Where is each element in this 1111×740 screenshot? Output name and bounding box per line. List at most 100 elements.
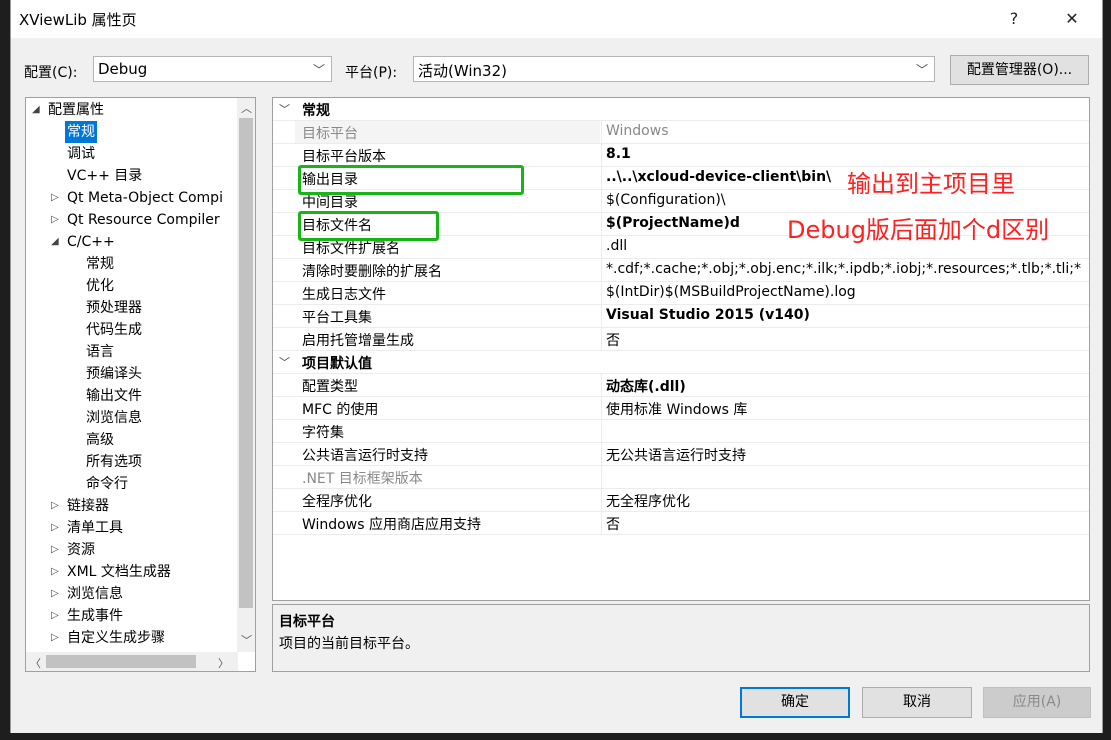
property-value[interactable]: *.cdf;*.cache;*.obj;*.obj.enc;*.ilk;*.ip… bbox=[606, 261, 1081, 277]
property-value[interactable]: ..\..\xcloud-device-client\bin\ bbox=[606, 169, 831, 185]
cancel-button[interactable]: 取消 bbox=[862, 687, 972, 718]
expand-arrow-icon[interactable]: ▷ bbox=[51, 495, 63, 517]
property-value[interactable]: $(IntDir)$(MSBuildProjectName).log bbox=[606, 284, 856, 300]
expand-arrow-icon[interactable]: ▷ bbox=[51, 539, 63, 561]
platform-value: 活动(Win32) bbox=[418, 62, 507, 80]
scroll-right-icon[interactable]: 〉 bbox=[218, 655, 229, 671]
grid-row[interactable]: 生成日志文件 $(IntDir)$(MSBuildProjectName).log bbox=[273, 282, 1089, 305]
tree-item-label: 高级 bbox=[86, 432, 114, 448]
platform-dropdown[interactable]: 活动(Win32) ﹀ bbox=[413, 56, 935, 82]
column-divider bbox=[601, 443, 602, 465]
chevron-down-icon: ﹀ bbox=[915, 63, 928, 77]
chevron-down-icon: ﹀ bbox=[312, 63, 325, 77]
scroll-down-icon[interactable]: ﹀ bbox=[241, 632, 252, 648]
grid-row[interactable]: 全程序优化 无全程序优化 bbox=[273, 489, 1089, 512]
property-value[interactable]: 无全程序优化 bbox=[606, 491, 690, 511]
column-divider bbox=[601, 121, 602, 143]
close-button[interactable]: ✕ bbox=[1049, 0, 1095, 38]
scroll-up-icon[interactable]: ︿ bbox=[241, 100, 252, 116]
property-name: 清除时要删除的扩展名 bbox=[302, 264, 442, 280]
property-value[interactable]: 使用标准 Windows 库 bbox=[606, 399, 747, 419]
grid-row[interactable]: 公共语言运行时支持 无公共语言运行时支持 bbox=[273, 443, 1089, 466]
property-value[interactable]: 动态库(.dll) bbox=[606, 376, 686, 396]
column-divider bbox=[601, 397, 602, 419]
expand-arrow-icon[interactable]: ▷ bbox=[51, 561, 63, 583]
config-dropdown[interactable]: Debug ﹀ bbox=[93, 56, 332, 82]
collapse-arrow-icon[interactable]: ◢ bbox=[32, 99, 44, 121]
platform-label: 平台(P): bbox=[345, 65, 398, 81]
property-name: 字符集 bbox=[302, 425, 344, 441]
expand-arrow-icon[interactable]: ▷ bbox=[51, 517, 63, 539]
property-value[interactable]: $(ProjectName)d bbox=[606, 215, 740, 231]
grid-row[interactable]: Windows 应用商店应用支持 否 bbox=[273, 512, 1089, 535]
column-divider bbox=[601, 236, 602, 258]
column-divider bbox=[601, 167, 602, 189]
tree-item-label: XML 文档生成器 bbox=[67, 564, 171, 580]
tree-horizontal-scrollbar[interactable]: 〈 〉 bbox=[26, 652, 238, 671]
expand-arrow-icon[interactable]: ▷ bbox=[51, 605, 63, 627]
tree-item-label: Qt Resource Compiler bbox=[67, 212, 220, 228]
tree-item-label: 预处理器 bbox=[86, 300, 142, 316]
config-value: Debug bbox=[98, 60, 148, 78]
tree-item-label: 调试 bbox=[67, 146, 95, 162]
property-name: 公共语言运行时支持 bbox=[302, 448, 428, 464]
collapse-arrow-icon[interactable]: ◢ bbox=[51, 231, 63, 253]
grid-category[interactable]: ﹀ 常规 bbox=[273, 98, 1089, 121]
chevron-down-icon[interactable]: ﹀ bbox=[279, 101, 290, 117]
property-value[interactable]: 否 bbox=[606, 330, 620, 350]
grid-row[interactable]: 配置类型 动态库(.dll) bbox=[273, 374, 1089, 397]
property-name: 目标平台 bbox=[302, 126, 358, 142]
property-name: 目标文件扩展名 bbox=[302, 241, 400, 257]
grid-row[interactable]: 字符集 bbox=[273, 420, 1089, 443]
property-name: MFC 的使用 bbox=[302, 402, 379, 418]
chevron-down-icon[interactable]: ﹀ bbox=[279, 354, 290, 370]
property-name: 配置类型 bbox=[302, 379, 358, 395]
property-value[interactable]: 否 bbox=[606, 514, 620, 534]
property-value[interactable]: $(Configuration)\ bbox=[606, 192, 726, 208]
column-divider bbox=[601, 259, 602, 281]
scroll-thumb[interactable] bbox=[239, 118, 253, 608]
grid-row[interactable]: 启用托管增量生成 否 bbox=[273, 328, 1089, 351]
expand-arrow-icon[interactable]: ▷ bbox=[51, 627, 63, 649]
description-text: 项目的当前目标平台。 bbox=[279, 636, 419, 652]
tree-item-label: 语言 bbox=[86, 344, 114, 360]
help-button[interactable]: ? bbox=[991, 0, 1037, 38]
column-divider bbox=[601, 213, 602, 235]
column-divider bbox=[601, 374, 602, 396]
ok-button[interactable]: 确定 bbox=[740, 687, 850, 718]
property-value[interactable]: Visual Studio 2015 (v140) bbox=[606, 307, 810, 323]
config-manager-button[interactable]: 配置管理器(O)... bbox=[950, 55, 1089, 85]
tree-item-label: 清单工具 bbox=[67, 520, 123, 536]
column-divider bbox=[601, 305, 602, 327]
grid-row[interactable]: 清除时要删除的扩展名 *.cdf;*.cache;*.obj;*.obj.enc;… bbox=[273, 259, 1089, 282]
tree-item-label: C/C++ bbox=[67, 234, 115, 250]
property-pages-dialog: XViewLib 属性页 ? ✕ 配置(C): Debug ﹀ 平台(P): 活… bbox=[10, 0, 1103, 733]
expand-arrow-icon[interactable]: ▷ bbox=[51, 583, 63, 605]
tree-item-label: Qt Meta-Object Compi bbox=[67, 190, 223, 206]
column-divider bbox=[601, 190, 602, 212]
column-divider bbox=[601, 144, 602, 166]
property-value[interactable]: .dll bbox=[606, 238, 627, 254]
scroll-left-icon[interactable]: 〈 bbox=[30, 655, 41, 671]
title-bar: XViewLib 属性页 ? ✕ bbox=[11, 0, 1102, 38]
property-value[interactable]: 无公共语言运行时支持 bbox=[606, 445, 746, 465]
tree-item-label: 所有选项 bbox=[86, 454, 142, 470]
apply-button[interactable]: 应用(A) bbox=[983, 687, 1091, 718]
tree-item-label: 链接器 bbox=[67, 498, 109, 514]
grid-row[interactable]: 目标平台 Windows bbox=[273, 121, 1089, 144]
tree-item-label: 输出文件 bbox=[86, 388, 142, 404]
grid-row[interactable]: MFC 的使用 使用标准 Windows 库 bbox=[273, 397, 1089, 420]
grid-row[interactable]: .NET 目标框架版本 bbox=[273, 466, 1089, 489]
property-name: 目标平台版本 bbox=[302, 149, 386, 165]
scroll-thumb[interactable] bbox=[46, 655, 196, 668]
property-value[interactable]: Windows bbox=[606, 123, 669, 139]
property-value[interactable]: 8.1 bbox=[606, 146, 631, 162]
expand-arrow-icon[interactable]: ▷ bbox=[51, 209, 63, 231]
grid-category[interactable]: ﹀ 项目默认值 bbox=[273, 351, 1089, 374]
expand-arrow-icon[interactable]: ▷ bbox=[51, 187, 63, 209]
output-dir-highlight bbox=[298, 165, 524, 195]
tree-vertical-scrollbar[interactable]: ︿ ﹀ bbox=[237, 98, 255, 652]
tree-item-label: VC++ 目录 bbox=[67, 168, 143, 184]
grid-row[interactable]: 平台工具集 Visual Studio 2015 (v140) bbox=[273, 305, 1089, 328]
column-divider bbox=[601, 466, 602, 488]
